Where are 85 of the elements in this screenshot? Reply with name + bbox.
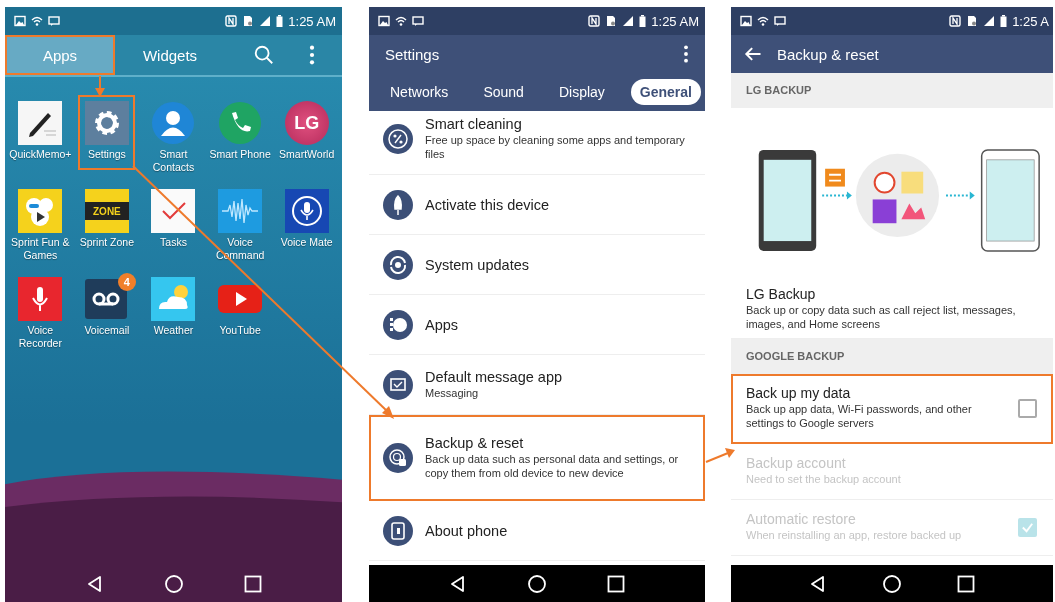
apps-icon xyxy=(383,309,413,340)
home-icon[interactable] xyxy=(882,573,902,594)
signal-icon xyxy=(259,15,272,27)
settings-item[interactable]: System updates xyxy=(369,235,705,295)
settings-item[interactable]: Activate this device xyxy=(369,175,705,235)
section-header: LG BACKUP xyxy=(731,73,1053,108)
more-options-icon[interactable] xyxy=(683,44,689,64)
battery-icon xyxy=(639,15,647,27)
pointer-arrow xyxy=(95,75,105,97)
settings-tab[interactable]: General xyxy=(630,79,701,105)
app-shortcut[interactable]: YouTube xyxy=(209,273,272,359)
settings-item[interactable]: Smart cleaning Free up space by cleaning some apps and temporary files xyxy=(369,111,705,175)
search-icon[interactable] xyxy=(253,44,275,66)
more-options-icon[interactable] xyxy=(309,44,315,66)
globe-logo: LG xyxy=(284,101,329,145)
nfc-icon xyxy=(225,15,238,27)
zone-logo: ZONE xyxy=(84,189,129,233)
screen-title: Settings xyxy=(385,45,440,63)
voicemail-icon xyxy=(84,277,129,321)
gear-icon xyxy=(84,101,129,145)
drawer-tab[interactable]: Widgets xyxy=(115,35,225,75)
app-shortcut[interactable]: Tasks xyxy=(142,185,205,271)
phone-handset-icon xyxy=(218,101,263,145)
picture-icon xyxy=(740,15,752,27)
message-icon xyxy=(383,369,413,400)
section-header: GOOGLE BACKUP xyxy=(731,338,1053,374)
home-icon[interactable] xyxy=(163,573,184,594)
settings-item[interactable]: About phone xyxy=(369,501,705,561)
microphone-icon xyxy=(18,277,63,321)
notification-count: 4 xyxy=(117,273,136,291)
message-icon xyxy=(774,15,786,27)
wifi-icon xyxy=(31,15,43,27)
waveform-icon xyxy=(218,189,263,233)
app-shortcut[interactable]: Sprint Fun & Games xyxy=(9,185,72,271)
rocket-icon xyxy=(383,189,413,220)
settings-item[interactable]: Backup & reset Back up data such as personal data and settings, or copy them from old device to new device xyxy=(369,415,705,501)
preference-item[interactable]: LG Backup Back up or copy data such as call reject list, messages, images, and Home screens xyxy=(731,280,1053,339)
status-time: 1:25 AM xyxy=(651,13,699,29)
app-shortcut[interactable]: LG SmartWorld xyxy=(275,97,338,183)
app-shortcut[interactable]: 4 Voicemail xyxy=(75,273,138,359)
battery-icon xyxy=(276,15,284,27)
signal-icon xyxy=(983,15,996,27)
signal-icon xyxy=(622,15,635,27)
recent-apps-icon[interactable] xyxy=(242,573,263,594)
app-shortcut[interactable]: Voice Recorder xyxy=(9,273,72,359)
recent-apps-icon[interactable] xyxy=(956,573,976,594)
recent-apps-icon[interactable] xyxy=(605,573,626,594)
person-icon xyxy=(151,101,196,145)
settings-tab[interactable]: Display xyxy=(549,79,614,105)
app-shortcut[interactable]: Smart Phone xyxy=(209,97,272,183)
backup-icon xyxy=(383,442,413,473)
app-shortcut[interactable]: QuickMemo+ xyxy=(9,97,72,183)
app-shortcut[interactable]: Smart Contacts xyxy=(142,97,205,183)
nfc-icon xyxy=(949,15,962,27)
app-shortcut[interactable]: Weather xyxy=(142,273,205,359)
settings-item[interactable]: Default message app Messaging xyxy=(369,355,705,415)
checkbox[interactable] xyxy=(1018,398,1037,418)
status-time: 1:25 AM xyxy=(288,13,336,29)
pencil-icon xyxy=(18,101,63,145)
screen-title: Backup & reset xyxy=(777,45,879,63)
pointer-arrow xyxy=(705,448,735,463)
message-icon xyxy=(48,15,60,27)
battery-icon xyxy=(1000,15,1008,27)
preference-item[interactable]: Back up my data Back up app data, Wi-Fi passwords, and other settings to Google servers xyxy=(731,373,1053,444)
status-time: 1:25 A xyxy=(1012,13,1049,29)
check-icon xyxy=(151,189,196,233)
phone-icon xyxy=(383,515,413,546)
percent-icon xyxy=(383,124,413,154)
picture-icon xyxy=(14,15,26,27)
app-shortcut[interactable]: ZONE Sprint Zone xyxy=(75,185,138,271)
wifi-icon xyxy=(757,15,769,27)
refresh-icon xyxy=(383,249,413,280)
picture-icon xyxy=(378,15,390,27)
microphone-icon xyxy=(284,189,329,233)
message-icon xyxy=(412,15,424,27)
settings-tab[interactable]: Sound xyxy=(474,79,533,105)
settings-tab[interactable]: Networks xyxy=(381,79,458,105)
settings-item[interactable]: Apps xyxy=(369,295,705,355)
drawer-tab[interactable]: Apps xyxy=(5,35,115,75)
cloud-sun-icon xyxy=(151,277,196,321)
wifi-icon xyxy=(395,15,407,27)
nfc-icon xyxy=(588,15,601,27)
app-shortcut[interactable]: Voice Mate xyxy=(275,185,338,271)
app-shortcut[interactable]: Settings xyxy=(80,97,134,168)
home-icon[interactable] xyxy=(527,573,547,594)
